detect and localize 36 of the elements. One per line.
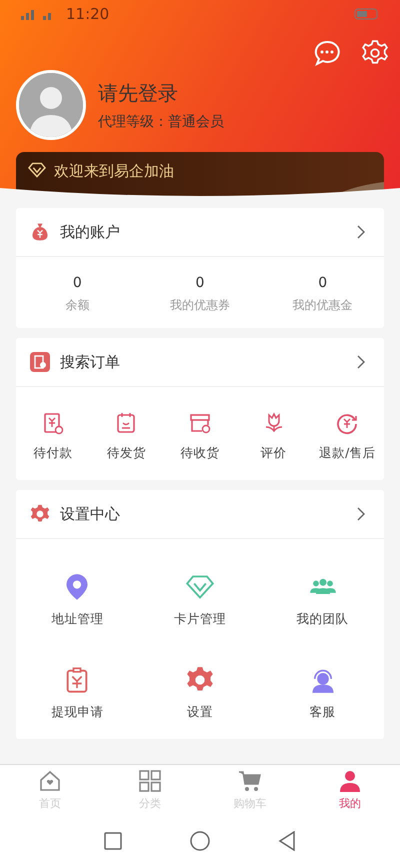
- order-status-item[interactable]: 待付款: [33, 411, 72, 462]
- settings-item[interactable]: 我的团队: [296, 573, 349, 628]
- settings-label: 地址管理: [51, 611, 104, 628]
- stat-label: 我的优惠金: [292, 297, 354, 314]
- section-title[interactable]: 我的账户: [60, 222, 347, 242]
- order-status-label: 待发货: [106, 445, 146, 462]
- stat-value: 0: [317, 275, 328, 291]
- settings-item[interactable]: 设置: [186, 666, 214, 721]
- settings-label: 设置: [186, 704, 213, 721]
- settings-label: 我的团队: [296, 611, 349, 628]
- status-time: 11:20: [66, 5, 110, 23]
- stat-label: 余额: [64, 297, 90, 314]
- stat-value: 0: [72, 275, 83, 291]
- stat-label: 我的优惠券: [168, 297, 231, 314]
- order-status-label: 退款/售后: [319, 445, 376, 462]
- tab-bar-item[interactable]: 我的: [300, 765, 400, 815]
- order-status-item[interactable]: 待发货: [106, 411, 146, 462]
- settings-item[interactable]: 卡片管理: [174, 573, 226, 628]
- order-status-item[interactable]: 待收货: [180, 411, 220, 462]
- order-status-label: 待付款: [33, 445, 72, 462]
- order-status-label: 待收货: [180, 445, 220, 462]
- settings-label: 客服: [310, 704, 336, 721]
- settings-label: 提现申请: [51, 704, 104, 721]
- stat-value: 0: [194, 275, 206, 291]
- settings-item[interactable]: 客服: [308, 666, 337, 721]
- order-status-item[interactable]: 评价: [260, 411, 287, 462]
- settings-label: 卡片管理: [174, 611, 226, 628]
- order-status-item[interactable]: 退款/售后: [319, 411, 376, 462]
- welcome-text: 欢迎来到易企加油: [54, 162, 174, 181]
- settings-item[interactable]: 提现申请: [51, 666, 104, 721]
- section-title[interactable]: 设置中心: [60, 504, 347, 524]
- login-prompt[interactable]: 请先登录: [98, 80, 224, 106]
- member-level: 代理等级：普通会员: [98, 112, 224, 130]
- order-status-label: 评价: [260, 445, 287, 462]
- settings-item[interactable]: 地址管理: [51, 573, 104, 628]
- section-title[interactable]: 搜索订单: [60, 352, 347, 372]
